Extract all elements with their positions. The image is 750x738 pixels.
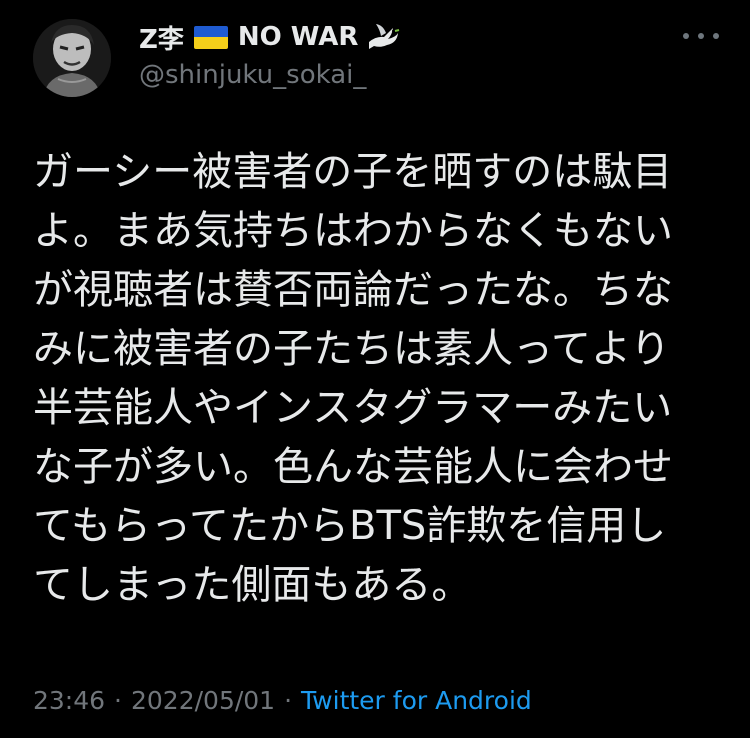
display-name[interactable]: Z李: [139, 19, 184, 56]
avatar[interactable]: [33, 19, 111, 97]
dove-icon: [366, 22, 400, 52]
tweet-text: ガーシー被害者の子を晒すのは駄目 よ。まあ気持ちはわからなくもない が視聴者は賛…: [33, 143, 703, 615]
tweet-meta: 23:46 · 2022/05/01 · Twitter for Android: [33, 686, 532, 715]
tweet-text-line: てしまった側面もある。: [33, 562, 472, 608]
tweet-text-line: が視聴者は賛否両論だったな。ちな: [33, 267, 673, 313]
tweet-time[interactable]: 23:46: [33, 686, 105, 715]
tweet-text-line: みに被害者の子たちは素人ってより: [33, 326, 671, 372]
tweet-text-line: 半芸能人やインスタグラマーみたい: [33, 385, 673, 431]
tweet-text-line: てもらってたからBTS詐欺を信用し: [33, 503, 667, 549]
tweet-text-line: な子が多い。色んな芸能人に会わせ: [33, 444, 673, 490]
tweet-date[interactable]: 2022/05/01: [131, 686, 275, 715]
user-handle[interactable]: @shinjuku_sokai_: [139, 60, 366, 90]
tweet-source-link[interactable]: Twitter for Android: [301, 686, 532, 715]
display-name-row[interactable]: Z李 NO WAR: [139, 19, 400, 56]
ukraine-flag-icon: [193, 25, 228, 49]
tweet-text-line: ガーシー被害者の子を晒すのは駄目: [33, 149, 673, 195]
tweet-text-line: よ。まあ気持ちはわからなくもない: [33, 208, 673, 254]
meta-separator: ·: [114, 686, 122, 715]
more-horizontal-icon[interactable]: [683, 28, 719, 44]
display-name-suffix[interactable]: NO WAR: [238, 22, 359, 52]
meta-separator: ·: [284, 686, 293, 715]
